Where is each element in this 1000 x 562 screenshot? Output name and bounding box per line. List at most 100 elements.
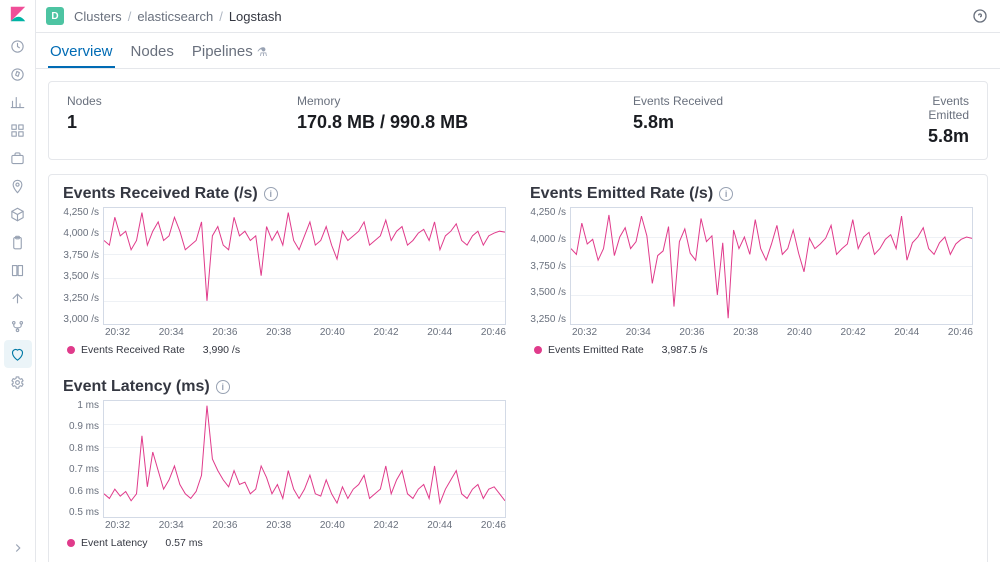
ytick: 3,500 /s: [63, 271, 99, 282]
xtick: 20:34: [159, 520, 184, 531]
summary-memory-value: 170.8 MB / 990.8 MB: [297, 112, 633, 133]
clock-icon[interactable]: [4, 32, 32, 60]
xtick: 20:40: [787, 327, 812, 338]
chart-plot-area[interactable]: [570, 207, 973, 325]
xtick: 20:44: [427, 520, 452, 531]
compass-icon[interactable]: [4, 60, 32, 88]
summary-emitted-value: 5.8m: [911, 126, 969, 147]
xtick: 20:38: [266, 327, 291, 338]
summary-received-label: Events Received: [633, 94, 911, 108]
summary-received-value: 5.8m: [633, 112, 911, 133]
kibana-logo[interactable]: [8, 4, 28, 24]
legend-color-dot: [534, 346, 542, 354]
xtick: 20:46: [948, 327, 973, 338]
bar-chart-icon[interactable]: [4, 88, 32, 116]
chart-title-text: Events Emitted Rate (/s): [530, 185, 713, 203]
cube-icon[interactable]: [4, 200, 32, 228]
breadcrumb-clusters[interactable]: Clusters: [74, 9, 122, 24]
left-nav-rail: [0, 0, 36, 562]
chart-title-text: Events Received Rate (/s): [63, 185, 258, 203]
xtick: 20:32: [105, 520, 130, 531]
breadcrumb-elasticsearch[interactable]: elasticsearch: [137, 9, 213, 24]
pin-icon[interactable]: [4, 172, 32, 200]
legend-series-value: 3,987.5 /s: [662, 344, 708, 356]
chart-title-text: Event Latency (ms): [63, 378, 210, 396]
xtick: 20:42: [374, 520, 399, 531]
topbar: D Clusters / elasticsearch / Logstash: [36, 0, 1000, 33]
briefcase-icon[interactable]: [4, 144, 32, 172]
grid-icon[interactable]: [4, 116, 32, 144]
tab-bar: Overview Nodes Pipelines⚗: [36, 33, 1000, 69]
xtick: 20:32: [572, 327, 597, 338]
tab-overview[interactable]: Overview: [48, 39, 115, 68]
charts-panel: Events Received Rate (/s) i 4,250 /s 4,000 …: [48, 174, 988, 562]
info-icon[interactable]: i: [216, 380, 230, 394]
legend-series-name: Events Received Rate: [81, 344, 185, 356]
chart-legend: Events Emitted Rate 3,987.5 /s: [530, 344, 973, 356]
xtick: 20:40: [320, 327, 345, 338]
ytick: 3,750 /s: [530, 261, 566, 272]
xtick: 20:44: [894, 327, 919, 338]
xtick: 20:36: [679, 327, 704, 338]
xtick: 20:36: [212, 327, 237, 338]
summary-emitted-label: Events Emitted: [911, 94, 969, 122]
help-icon[interactable]: [970, 6, 990, 26]
xtick: 20:40: [320, 520, 345, 531]
beta-flask-icon: ⚗: [257, 45, 268, 59]
ytick: 0.7 ms: [69, 464, 99, 475]
summary-memory-label: Memory: [297, 94, 633, 108]
ytick: 4,000 /s: [530, 234, 566, 245]
ytick: 3,250 /s: [530, 314, 566, 325]
chart-plot-area[interactable]: [103, 207, 506, 325]
tab-nodes[interactable]: Nodes: [129, 39, 176, 68]
legend-series-value: 3,990 /s: [203, 344, 240, 356]
legend-color-dot: [67, 346, 75, 354]
space-selector[interactable]: D: [46, 7, 64, 25]
chart-legend: Events Received Rate 3,990 /s: [63, 344, 506, 356]
xtick: 20:36: [212, 520, 237, 531]
chart-event_latency: Event Latency (ms)i1 ms0.9 ms0.8 ms0.7 m…: [63, 378, 506, 549]
xtick: 20:38: [266, 520, 291, 531]
ytick: 1 ms: [77, 400, 99, 411]
ytick: 3,000 /s: [63, 314, 99, 325]
ytick: 3,750 /s: [63, 250, 99, 261]
legend-series-value: 0.57 ms: [165, 537, 202, 549]
heart-icon[interactable]: [4, 340, 32, 368]
xtick: 20:34: [626, 327, 651, 338]
breadcrumb: Clusters / elasticsearch / Logstash: [74, 9, 282, 24]
xtick: 20:42: [374, 327, 399, 338]
ytick: 4,250 /s: [63, 207, 99, 218]
xtick: 20:38: [733, 327, 758, 338]
ytick: 4,000 /s: [63, 228, 99, 239]
legend-series-name: Events Emitted Rate: [548, 344, 644, 356]
gear-icon[interactable]: [4, 368, 32, 396]
collapse-nav-icon[interactable]: [4, 534, 32, 562]
xtick: 20:42: [841, 327, 866, 338]
chart-events_emitted_rate: Events Emitted Rate (/s) i 4,250 /s 4,000 /…: [530, 185, 973, 356]
chart-plot-area[interactable]: [103, 400, 506, 518]
summary-nodes-label: Nodes: [67, 94, 297, 108]
summary-panel: Nodes 1 Memory 170.8 MB / 990.8 MB Event…: [48, 81, 988, 160]
ytick: 0.5 ms: [69, 507, 99, 518]
chart-events_received_rate: Events Received Rate (/s) i 4,250 /s 4,000 …: [63, 185, 506, 356]
xtick: 20:44: [427, 327, 452, 338]
legend-series-name: Event Latency: [81, 537, 148, 549]
xtick: 20:46: [481, 327, 506, 338]
xtick: 20:32: [105, 327, 130, 338]
breadcrumb-current: Logstash: [229, 9, 282, 24]
tab-pipelines[interactable]: Pipelines⚗: [190, 39, 270, 68]
flip-icon[interactable]: [4, 256, 32, 284]
info-icon[interactable]: i: [264, 187, 278, 201]
info-icon[interactable]: i: [719, 187, 733, 201]
xtick: 20:46: [481, 520, 506, 531]
clipboard-icon[interactable]: [4, 228, 32, 256]
ytick: 0.8 ms: [69, 443, 99, 454]
summary-nodes-value: 1: [67, 112, 297, 133]
arrow-up-icon[interactable]: [4, 284, 32, 312]
xtick: 20:34: [159, 327, 184, 338]
ytick: 3,250 /s: [63, 293, 99, 304]
fork-icon[interactable]: [4, 312, 32, 340]
ytick: 4,250 /s: [530, 207, 566, 218]
ytick: 3,500 /s: [530, 287, 566, 298]
chart-legend: Event Latency 0.57 ms: [63, 537, 506, 549]
